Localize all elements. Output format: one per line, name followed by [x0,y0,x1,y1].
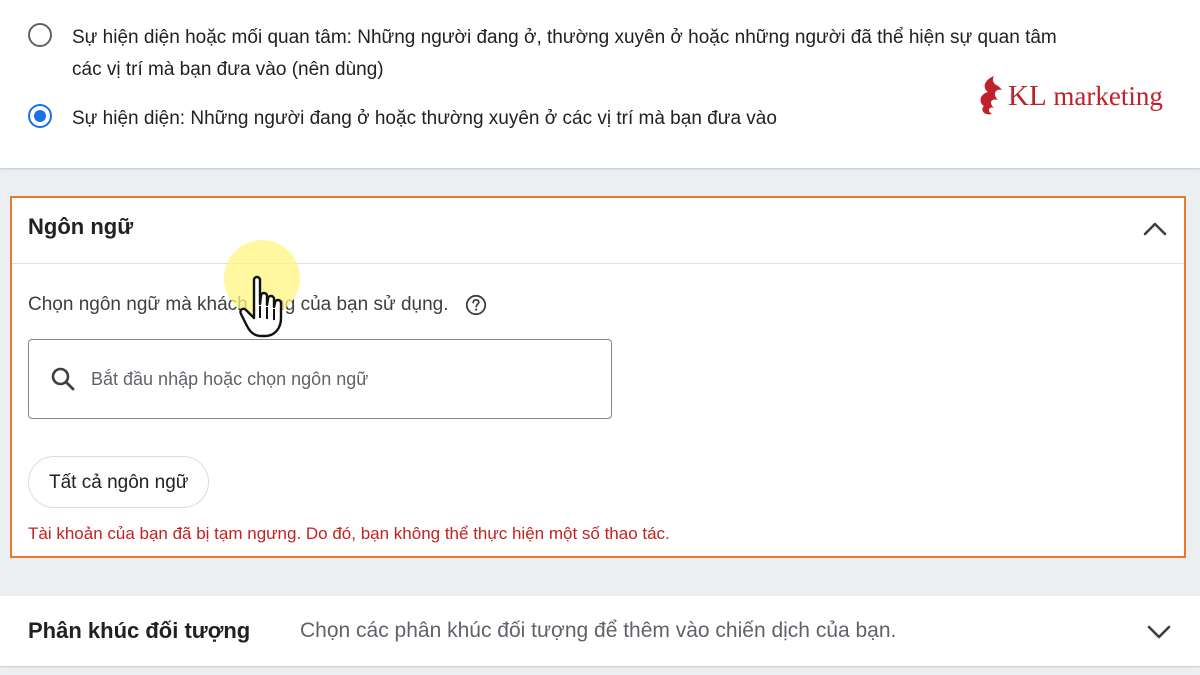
language-search-input[interactable] [89,367,593,391]
language-section-title: Ngôn ngữ [28,214,134,239]
search-icon [51,367,75,391]
language-section-header[interactable]: Ngôn ngữ [12,198,1184,264]
kl-marketing-logo: KL marketing [976,74,1163,118]
chevron-up-icon[interactable] [1140,214,1170,244]
logo-text-kl: KL [1008,79,1047,112]
chevron-down-icon[interactable] [1144,616,1174,646]
audience-segment-section[interactable]: Phân khúc đối tượng Chọn các phân khúc đ… [0,596,1200,666]
language-section: Ngôn ngữ Chọn ngôn ngữ mà khách hàng của… [10,196,1186,558]
dragon-logo-icon [980,76,1002,115]
audience-segment-title: Phân khúc đối tượng [28,618,251,643]
location-options-card: Sự hiện diện hoặc mối quan tâm: Những ng… [0,0,1200,168]
audience-segment-description: Chọn các phân khúc đối tượng để thêm vào… [300,619,897,642]
all-languages-chip[interactable]: Tất cả ngôn ngữ [28,456,210,508]
radio-presence[interactable] [28,104,52,128]
language-search-box[interactable] [28,339,612,419]
logo-text: KL marketing [1008,80,1163,113]
help-circle-icon[interactable] [465,294,487,316]
logo-text-marketing: marketing [1046,80,1163,111]
account-suspended-warning: Tài khoản của bạn đã bị tạm ngưng. Do đó… [28,524,670,543]
radio-presence-or-interest[interactable] [28,23,52,47]
radio-label-line-1: Sự hiện diện hoặc mối quan tâm: Những ng… [72,27,1057,48]
hand-pointer-icon [239,275,283,338]
